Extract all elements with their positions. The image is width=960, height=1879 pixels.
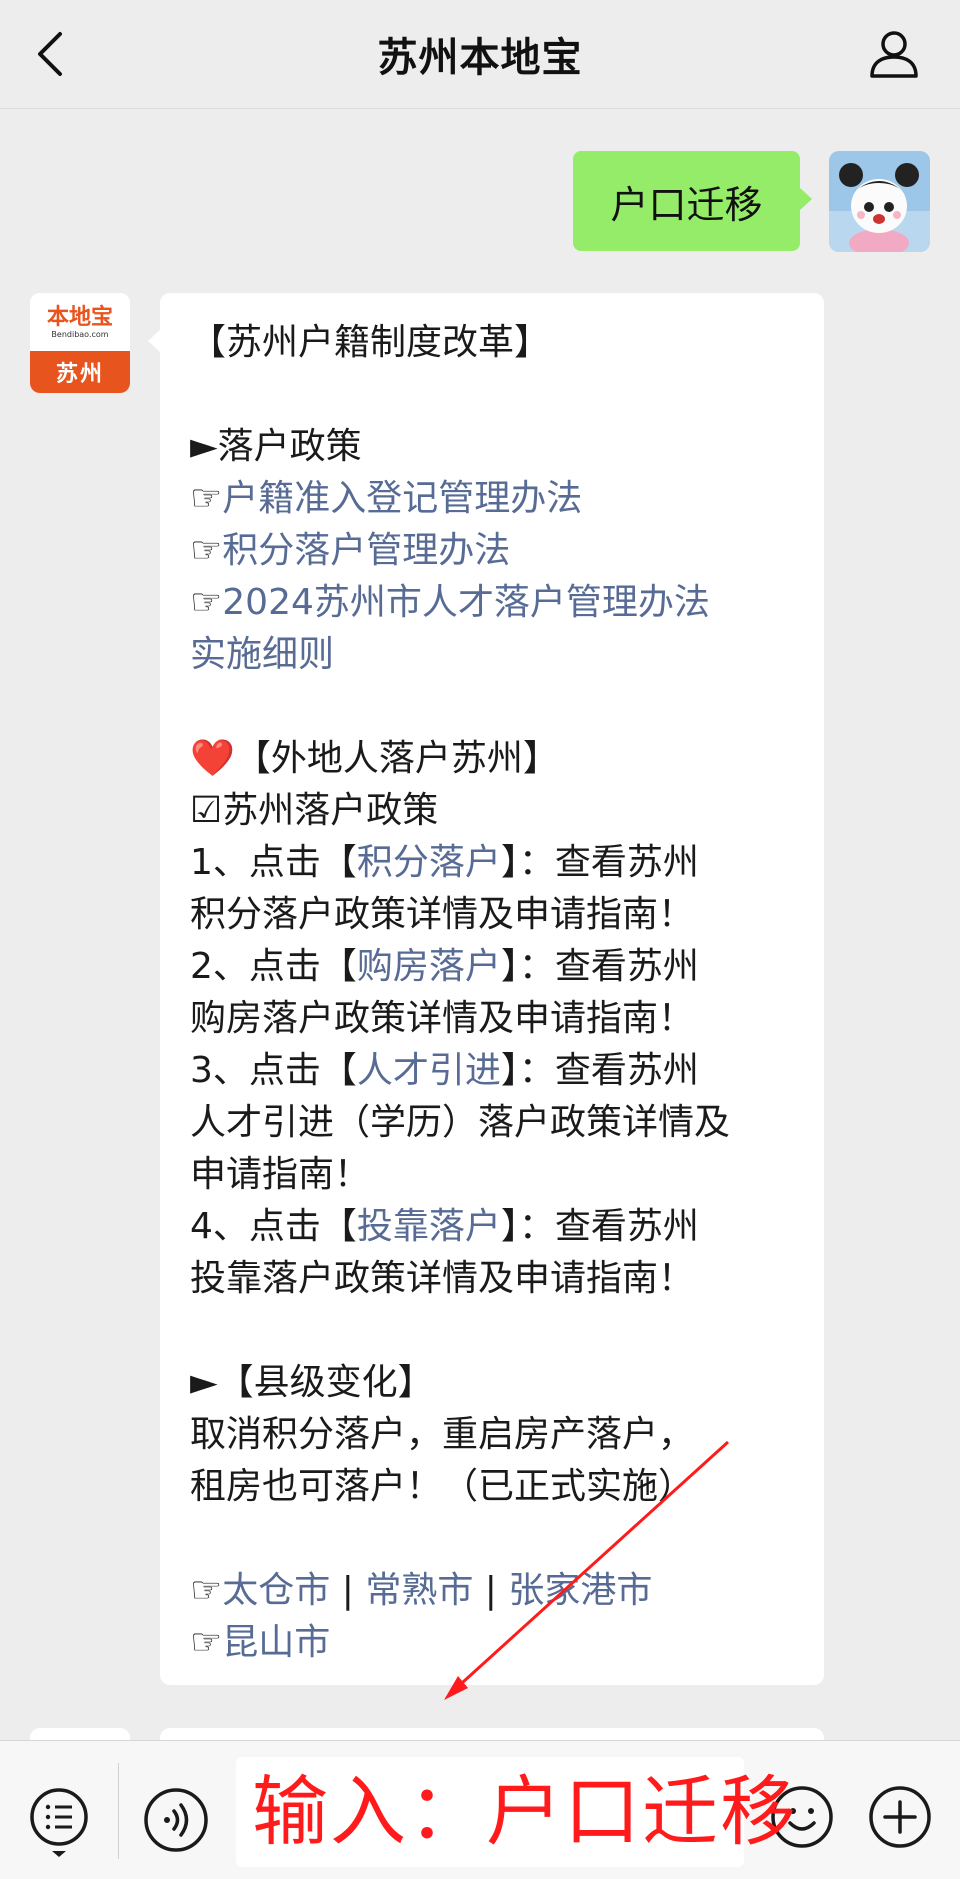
logo-city-text: 苏州 xyxy=(30,351,130,393)
cartoon-avatar-icon xyxy=(829,151,930,252)
policy-link-row: 实施细则 xyxy=(190,629,798,681)
sent-message-bubble[interactable]: 户口迁移 xyxy=(573,151,812,251)
logo-top: 本地宝 Bendibao.com xyxy=(30,293,130,351)
section-heading-policy: ►落户政策 xyxy=(190,426,362,467)
annotation-text: 输入：户口迁移 xyxy=(252,1767,798,1856)
list-item: 3、点击【人才引进】：查看苏州 xyxy=(190,1050,699,1091)
sent-message-text: 户口迁移 xyxy=(610,182,763,227)
city-link[interactable]: 太仓市 xyxy=(222,1570,330,1611)
received-message-bubble: 【苏州户籍制度改革】 ►落户政策 ☞户籍准入登记管理办法 ☞积分落户管理办法 ☞… xyxy=(148,293,824,1685)
subheading-policy: ☑苏州落户政策 xyxy=(190,790,439,831)
list-item-detail: 积分落户政策详情及申请指南！ xyxy=(190,894,695,935)
city-link[interactable]: 张家港市 xyxy=(508,1570,652,1611)
city-link-row: ☞昆山市 xyxy=(190,1617,798,1669)
item-link[interactable]: 人才引进 xyxy=(357,1050,501,1091)
my-avatar[interactable] xyxy=(829,151,930,252)
logo-brand-text: 本地宝 xyxy=(46,304,113,330)
list-item-detail: 申请指南！ xyxy=(190,1154,371,1195)
toolbar-divider xyxy=(118,1763,119,1859)
list-item-detail: 购房落户政策详情及申请指南！ xyxy=(190,998,695,1039)
city-link[interactable]: 昆山市 xyxy=(222,1622,330,1663)
policy-link-row: ☞户籍准入登记管理办法 xyxy=(190,473,798,525)
pointing-hand-icon: ☞ xyxy=(190,1622,223,1663)
list-item-detail: 投靠落户政策详情及申请指南！ xyxy=(190,1258,695,1299)
profile-icon[interactable] xyxy=(866,26,922,82)
heart-icon: ❤️ xyxy=(190,738,235,779)
section-heading-outsiders: ❤️【外地人落户苏州】 xyxy=(190,738,559,779)
policy-link-row: ☞2024苏州市人才落户管理办法 xyxy=(190,577,798,629)
pointing-hand-icon: ☞ xyxy=(190,478,223,519)
list-item: 4、点击【投靠落户】：查看苏州 xyxy=(190,1206,699,1247)
change-text: 租房也可落户！（已正式实施） xyxy=(190,1466,695,1507)
list-item: 1、点击【积分落户】：查看苏州 xyxy=(190,842,699,883)
policy-link[interactable]: 积分落户管理办法 xyxy=(222,530,510,571)
back-arrow-icon[interactable] xyxy=(26,26,82,82)
plus-icon[interactable] xyxy=(868,1785,932,1849)
policy-link-row: ☞积分落户管理办法 xyxy=(190,525,798,577)
message-title: 【苏州户籍制度改革】 xyxy=(190,322,551,363)
item-link[interactable]: 积分落户 xyxy=(357,842,501,883)
change-text: 取消积分落户，重启房产落户， xyxy=(190,1414,695,1455)
city-link[interactable]: 常熟市 xyxy=(365,1570,473,1611)
voice-input-icon[interactable] xyxy=(143,1787,209,1853)
policy-link[interactable]: 实施细则 xyxy=(190,634,334,675)
chat-header: 苏州本地宝 xyxy=(0,0,960,109)
item-link[interactable]: 购房落户 xyxy=(357,946,501,987)
city-link-row: ☞太仓市 | 常熟市 | 张家港市 xyxy=(190,1570,653,1611)
page-title: 苏州本地宝 xyxy=(377,35,583,81)
logo-site-text: Bendibao.com xyxy=(51,329,109,339)
official-account-avatar[interactable]: 本地宝 Bendibao.com 苏州 xyxy=(30,293,130,393)
list-item-detail: 人才引进（学历）落户政策详情及 xyxy=(190,1102,731,1143)
policy-link[interactable]: 户籍准入登记管理办法 xyxy=(222,478,582,519)
policy-link[interactable]: 2024苏州市人才落户管理办法 xyxy=(222,582,710,623)
list-item: 2、点击【购房落户】：查看苏州 xyxy=(190,946,699,987)
item-link[interactable]: 投靠落户 xyxy=(357,1206,501,1247)
menu-list-icon[interactable] xyxy=(28,1787,90,1859)
pointing-hand-icon: ☞ xyxy=(190,530,223,571)
section-heading-county: ►【县级变化】 xyxy=(190,1362,434,1403)
pointing-hand-icon: ☞ xyxy=(190,1570,223,1611)
pointing-hand-icon: ☞ xyxy=(190,582,223,623)
